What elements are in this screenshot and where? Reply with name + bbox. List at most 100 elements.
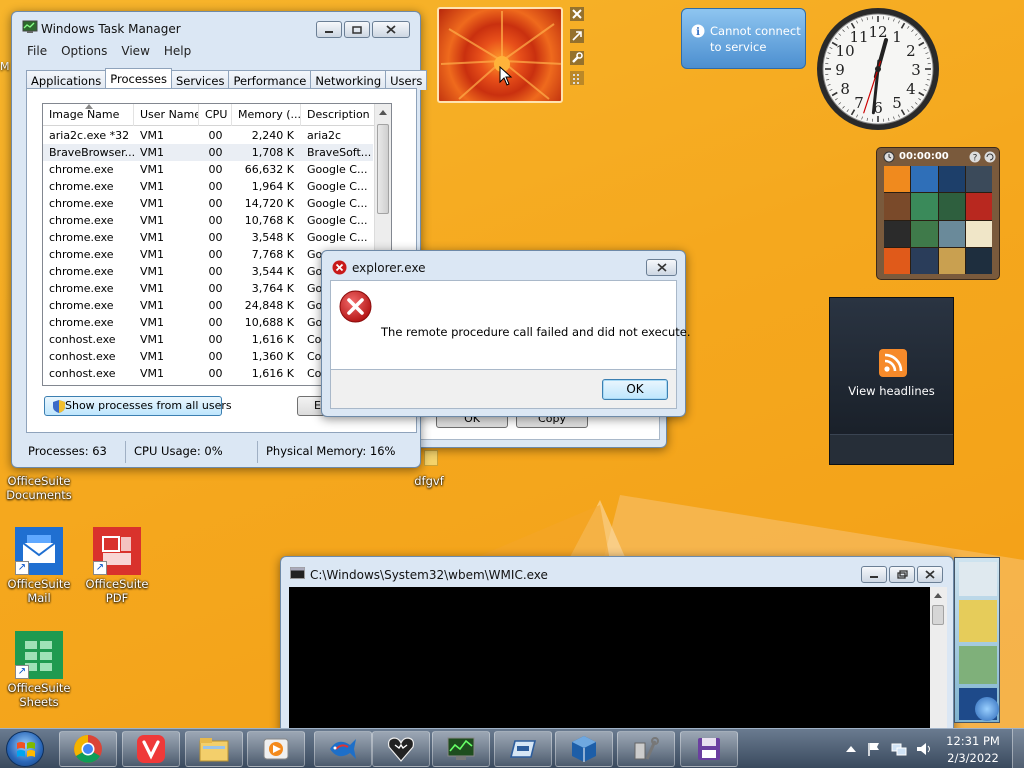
gadget-drag-icon[interactable] (570, 71, 584, 85)
shuffle-icon[interactable] (984, 151, 996, 163)
puzzle-tile[interactable] (938, 220, 965, 247)
help-icon[interactable]: ? (969, 151, 981, 163)
gadget-options-icon[interactable] (570, 51, 584, 65)
scrollbar-thumb[interactable] (377, 124, 389, 214)
table-row[interactable]: chrome.exe VM1 00 14,720 K Google C... (43, 195, 373, 212)
feed-gadget[interactable]: View headlines (829, 297, 954, 465)
taskbar-explorer[interactable] (185, 731, 243, 767)
column-description[interactable]: Description (301, 104, 376, 126)
row-memory: 3,548 K (251, 231, 294, 244)
show-all-processes-button[interactable]: Show processes from all users (44, 396, 232, 416)
console-scrollbar[interactable] (930, 587, 947, 732)
table-row[interactable]: aria2c.exe *32 VM1 00 2,240 K aria2c (43, 127, 373, 144)
clock-number: 1 (892, 28, 902, 46)
tab-applications[interactable]: Applications (26, 70, 107, 90)
puzzle-tile[interactable] (938, 247, 965, 274)
weather-gadget[interactable]: i Cannot connect to service (681, 8, 806, 69)
puzzle-tile[interactable] (965, 247, 992, 274)
mail-icon: ↗ (15, 527, 63, 575)
clock-date[interactable]: 2/3/2022 (942, 751, 1004, 765)
volume-icon[interactable] (916, 741, 932, 757)
puzzle-tile[interactable] (884, 166, 911, 193)
console-title-bar[interactable]: C:\Windows\System32\wbem\WMIC.exe (281, 557, 953, 585)
clock-time[interactable]: 12:31 PM (942, 734, 1004, 748)
taskbar-app-purple[interactable] (680, 731, 738, 767)
taskbar-vivaldi[interactable] (122, 731, 180, 767)
action-center-flag-icon[interactable] (867, 741, 881, 757)
tab-networking[interactable]: Networking (310, 70, 387, 90)
console-output[interactable] (289, 587, 930, 732)
puzzle-tile[interactable] (938, 193, 965, 220)
svg-text:?: ? (973, 154, 978, 164)
row-cpu: 00 (208, 299, 223, 312)
view-headlines-link[interactable]: View headlines (830, 384, 953, 398)
dialog-close-button[interactable] (646, 259, 677, 276)
gadget-size-icon[interactable] (570, 29, 584, 43)
taskbar-task-manager[interactable] (432, 731, 490, 767)
puzzle-tile[interactable] (911, 220, 938, 247)
desktop-icon-officesuite-pdf[interactable]: ↗ OfficeSuite PDF (77, 527, 157, 605)
desktop-cut-label: M (0, 60, 10, 73)
row-image-name: chrome.exe (49, 265, 114, 278)
clock-gadget[interactable]: 12 1 2 3 4 5 6 7 8 9 10 11 (815, 6, 941, 132)
column-user-name[interactable]: User Name (134, 104, 199, 126)
taskbar-drive-app[interactable] (494, 731, 552, 767)
puzzle-tile[interactable] (938, 166, 965, 193)
puzzle-tile[interactable] (911, 247, 938, 274)
desktop-icon-dfgvf[interactable]: dfgvf (389, 474, 469, 488)
tab-services[interactable]: Services (170, 70, 230, 90)
desktop-icon-officesuite-sheets[interactable]: ↗ OfficeSuite Sheets (0, 631, 79, 709)
taskbar-media[interactable] (247, 731, 305, 767)
chrome-icon (74, 735, 102, 763)
title-bar[interactable]: Windows Task Manager (12, 12, 420, 40)
taskbar-virtualbox[interactable] (555, 731, 613, 767)
puzzle-tile[interactable] (884, 220, 911, 247)
show-hidden-icons-icon[interactable] (846, 745, 856, 753)
taskbar-settings-tool[interactable] (617, 731, 675, 767)
menu-help[interactable]: Help (157, 42, 198, 60)
puzzle-tile[interactable] (884, 247, 911, 274)
show-desktop-button[interactable] (1012, 729, 1024, 768)
column-memory[interactable]: Memory (... (232, 104, 301, 126)
wmic-console-window: C:\Windows\System32\wbem\WMIC.exe (280, 556, 954, 736)
taskbar-betta[interactable] (314, 731, 372, 767)
maximize-button[interactable] (344, 21, 370, 38)
table-row[interactable]: chrome.exe VM1 00 3,548 K Google C... (43, 229, 373, 246)
error-ok-button[interactable]: OK (602, 379, 668, 400)
network-icon[interactable] (891, 741, 907, 757)
desktop-icon-officesuite-mail[interactable]: ↗ OfficeSuite Mail (0, 527, 79, 605)
puzzle-tile[interactable] (965, 220, 992, 247)
taskbar-chrome[interactable] (59, 731, 117, 767)
puzzle-tile[interactable] (965, 193, 992, 220)
minimize-button[interactable] (316, 21, 342, 38)
table-row[interactable]: chrome.exe VM1 00 10,768 K Google C... (43, 212, 373, 229)
close-button[interactable] (372, 21, 410, 38)
tab-performance[interactable]: Performance (228, 70, 312, 90)
error-dialog: explorer.exe The remote procedure call f… (321, 250, 691, 417)
start-button[interactable] (6, 731, 44, 767)
menu-view[interactable]: View (114, 42, 156, 60)
puzzle-tile[interactable] (911, 193, 938, 220)
table-row[interactable]: chrome.exe VM1 00 1,964 K Google C... (43, 178, 373, 195)
taskbar: 12:31 PM 2/3/2022 (0, 728, 1024, 768)
console-minimize-button[interactable] (861, 566, 887, 583)
puzzle-tile[interactable] (965, 166, 992, 193)
gadget-close-icon[interactable] (570, 7, 584, 21)
menu-file[interactable]: File (20, 42, 54, 60)
desktop-icon-officesuite-documents[interactable]: OfficeSuite Documents (0, 474, 79, 502)
slideshow-gadget[interactable] (437, 7, 563, 103)
puzzle-tile[interactable] (884, 193, 911, 220)
menu-options[interactable]: Options (54, 42, 114, 60)
console-scroll-thumb[interactable] (932, 605, 944, 625)
console-close-button[interactable] (917, 566, 943, 583)
puzzle-tile[interactable] (911, 166, 938, 193)
console-restore-button[interactable] (889, 566, 915, 583)
table-row[interactable]: BraveBrowser... VM1 00 1,708 K BraveSoft... (43, 144, 373, 161)
taskbar-heart-app[interactable] (372, 731, 430, 767)
dialog-title-bar[interactable]: explorer.exe (322, 251, 685, 279)
puzzle-gadget[interactable]: 00:00:00 ? (876, 147, 1000, 280)
column-cpu[interactable]: CPU (199, 104, 232, 126)
tab-users[interactable]: Users (385, 70, 428, 90)
row-cpu: 00 (208, 163, 223, 176)
table-row[interactable]: chrome.exe VM1 00 66,632 K Google C... (43, 161, 373, 178)
